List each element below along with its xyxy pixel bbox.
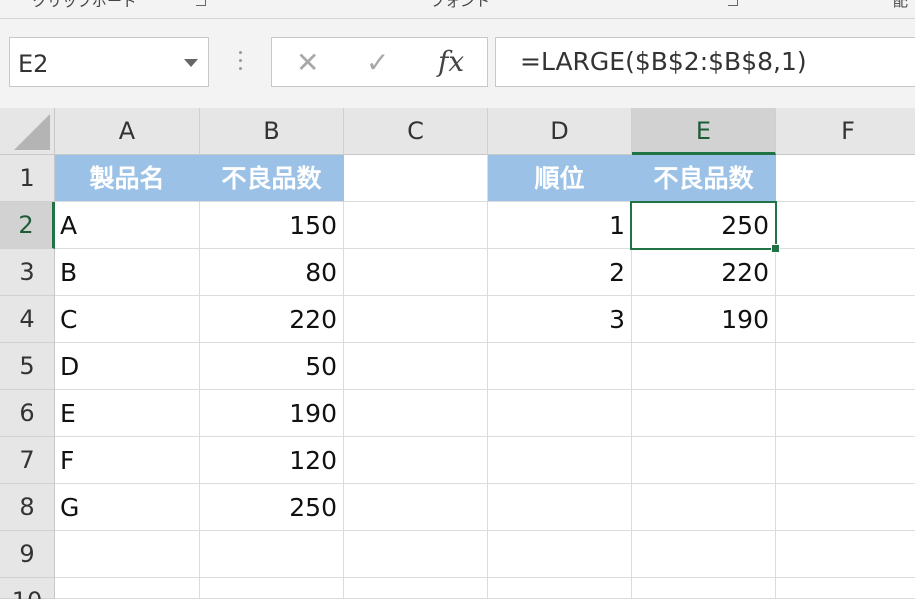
cell-b5[interactable]: 50 (200, 343, 344, 390)
cell-a4[interactable]: C (55, 296, 200, 343)
cell-c9[interactable] (344, 531, 488, 578)
ribbon-group-font: フォント (430, 0, 491, 10)
cell-b3[interactable]: 80 (200, 249, 344, 296)
cell-d7[interactable] (488, 437, 632, 484)
formula-bar-area: E2 ✕ ✓ fx =LARGE($B$2:$B$8,1) (0, 19, 915, 108)
cell-d4[interactable]: 3 (488, 296, 632, 343)
ribbon-group-alignment: 配 (893, 0, 909, 10)
formula-input[interactable]: =LARGE($B$2:$B$8,1) (495, 37, 915, 87)
cell-c7[interactable] (344, 437, 488, 484)
formula-text: =LARGE($B$2:$B$8,1) (520, 47, 807, 76)
cell-a6[interactable]: E (55, 390, 200, 437)
cell-d5[interactable] (488, 343, 632, 390)
cell-a7[interactable]: F (55, 437, 200, 484)
cell-c2[interactable] (344, 202, 488, 249)
font-launcher-icon[interactable] (728, 0, 738, 6)
cell-b7[interactable]: 120 (200, 437, 344, 484)
enter-check-icon[interactable]: ✓ (366, 46, 389, 79)
cell-a3[interactable]: B (55, 249, 200, 296)
name-box[interactable]: E2 (9, 37, 209, 87)
column-header-e[interactable]: E (632, 108, 776, 155)
cell-c3[interactable] (344, 249, 488, 296)
cell-d2[interactable]: 1 (488, 202, 632, 249)
fill-handle[interactable] (771, 244, 780, 253)
cell-f2[interactable] (776, 202, 915, 249)
cell-f10[interactable] (776, 578, 915, 599)
cell-e8[interactable] (632, 484, 776, 531)
cell-f8[interactable] (776, 484, 915, 531)
column-header-f[interactable]: F (776, 108, 915, 155)
cell-f3[interactable] (776, 249, 915, 296)
column-header-c[interactable]: C (344, 108, 488, 155)
cell-e6[interactable] (632, 390, 776, 437)
row-header-4[interactable]: 4 (0, 296, 55, 343)
row-header-6[interactable]: 6 (0, 390, 55, 437)
cell-d10[interactable] (488, 578, 632, 599)
clipboard-launcher-icon[interactable] (196, 0, 206, 6)
cell-c5[interactable] (344, 343, 488, 390)
select-all-button[interactable] (0, 108, 55, 155)
row-header-10[interactable]: 10 (0, 578, 55, 599)
ribbon-group-clipboard: クリップボード (32, 0, 138, 10)
cell-e7[interactable] (632, 437, 776, 484)
cell-d8[interactable] (488, 484, 632, 531)
cell-b6[interactable]: 190 (200, 390, 344, 437)
cell-a8[interactable]: G (55, 484, 200, 531)
cell-b8[interactable]: 250 (200, 484, 344, 531)
row-header-9[interactable]: 9 (0, 531, 55, 578)
cell-f1[interactable] (776, 155, 915, 202)
cell-e3[interactable]: 220 (632, 249, 776, 296)
column-header-b[interactable]: B (200, 108, 344, 155)
cell-e4[interactable]: 190 (632, 296, 776, 343)
row-header-1[interactable]: 1 (0, 155, 55, 202)
name-box-value: E2 (18, 50, 49, 78)
cell-a10[interactable] (55, 578, 200, 599)
cell-a5[interactable]: D (55, 343, 200, 390)
cell-f4[interactable] (776, 296, 915, 343)
cell-a2[interactable]: A (55, 202, 200, 249)
cell-d6[interactable] (488, 390, 632, 437)
cell-d1[interactable]: 順位 (488, 155, 632, 202)
cell-a1[interactable]: 製品名 (55, 155, 200, 202)
formula-buttons: ✕ ✓ fx (271, 37, 488, 87)
cell-f5[interactable] (776, 343, 915, 390)
cell-a9[interactable] (55, 531, 200, 578)
column-header-a[interactable]: A (55, 108, 200, 155)
cell-f7[interactable] (776, 437, 915, 484)
cell-e5[interactable] (632, 343, 776, 390)
cell-c1[interactable] (344, 155, 488, 202)
row-header-2[interactable]: 2 (0, 202, 55, 249)
cell-e1[interactable]: 不良品数 (632, 155, 776, 202)
drag-handle-icon[interactable] (239, 51, 243, 75)
cell-b1[interactable]: 不良品数 (200, 155, 344, 202)
active-cell-border (630, 201, 780, 253)
cell-d3[interactable]: 2 (488, 249, 632, 296)
row-header-7[interactable]: 7 (0, 437, 55, 484)
cell-e10[interactable] (632, 578, 776, 599)
cell-c10[interactable] (344, 578, 488, 599)
worksheet-grid: A B C D E F 1 2 3 4 5 6 7 8 9 10 製品名不良品数… (0, 108, 915, 599)
column-header-d[interactable]: D (488, 108, 632, 155)
cell-c4[interactable] (344, 296, 488, 343)
cell-b9[interactable] (200, 531, 344, 578)
cell-b4[interactable]: 220 (200, 296, 344, 343)
cell-d9[interactable] (488, 531, 632, 578)
cancel-icon[interactable]: ✕ (296, 46, 319, 79)
row-header-3[interactable]: 3 (0, 249, 55, 296)
cell-b2[interactable]: 150 (200, 202, 344, 249)
cell-e9[interactable] (632, 531, 776, 578)
cell-c6[interactable] (344, 390, 488, 437)
insert-function-icon[interactable]: fx (438, 45, 464, 78)
cell-c8[interactable] (344, 484, 488, 531)
chevron-down-icon[interactable] (184, 59, 198, 67)
ribbon-strip: クリップボード フォント 配 (0, 0, 915, 19)
row-header-5[interactable]: 5 (0, 343, 55, 390)
cell-b10[interactable] (200, 578, 344, 599)
cell-f9[interactable] (776, 531, 915, 578)
cell-f6[interactable] (776, 390, 915, 437)
row-header-8[interactable]: 8 (0, 484, 55, 531)
